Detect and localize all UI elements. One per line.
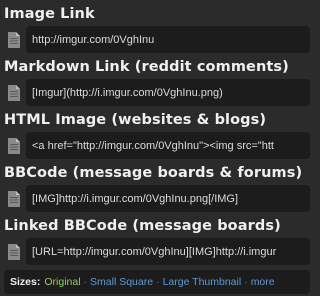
share-links-panel: Image Link Markdown Link (reddit comment… — [0, 0, 316, 296]
link-field — [26, 238, 310, 265]
link-field — [26, 185, 310, 212]
link-row — [4, 26, 312, 53]
size-large-thumbnail-link[interactable]: Large Thumbnail — [163, 276, 242, 288]
copy-icon[interactable] — [5, 242, 22, 262]
linked-bbcode-section: Linked BBCode (message boards) — [4, 217, 312, 265]
copy-icon[interactable] — [5, 30, 22, 50]
html-image-section: HTML Image (websites & blogs) — [4, 111, 312, 159]
section-title: HTML Image (websites & blogs) — [4, 112, 267, 128]
size-more-link[interactable]: more — [251, 276, 275, 288]
section-title: BBCode (message boards & forums) — [4, 165, 303, 181]
linked-bbcode-input[interactable] — [32, 245, 304, 258]
link-row — [4, 132, 312, 159]
separator: · — [244, 276, 248, 288]
link-field — [26, 26, 310, 53]
link-row — [4, 238, 312, 265]
bbcode-input[interactable] — [32, 192, 304, 205]
section-title: Image Link — [4, 6, 95, 22]
size-small-square-link[interactable]: Small Square — [90, 276, 153, 288]
section-title: Linked BBCode (message boards) — [4, 218, 281, 234]
markdown-link-input[interactable] — [32, 86, 304, 99]
separator: · — [83, 276, 88, 288]
copy-icon[interactable] — [5, 83, 22, 103]
separator: · — [156, 276, 160, 288]
size-original-link[interactable]: Original — [44, 276, 80, 288]
sizes-bar: Sizes: Original · Small Square · Large T… — [4, 270, 310, 294]
link-row — [4, 185, 312, 212]
sizes-label: Sizes: — [10, 276, 41, 288]
markdown-link-section: Markdown Link (reddit comments) — [4, 58, 312, 106]
copy-icon[interactable] — [5, 136, 22, 156]
bbcode-section: BBCode (message boards & forums) — [4, 164, 312, 212]
image-link-section: Image Link — [4, 5, 312, 53]
link-field — [26, 132, 310, 159]
link-row — [4, 79, 312, 106]
copy-icon[interactable] — [5, 189, 22, 209]
section-title: Markdown Link (reddit comments) — [4, 59, 289, 75]
image-link-input[interactable] — [32, 33, 304, 46]
link-field — [26, 79, 310, 106]
html-image-input[interactable] — [32, 139, 304, 152]
